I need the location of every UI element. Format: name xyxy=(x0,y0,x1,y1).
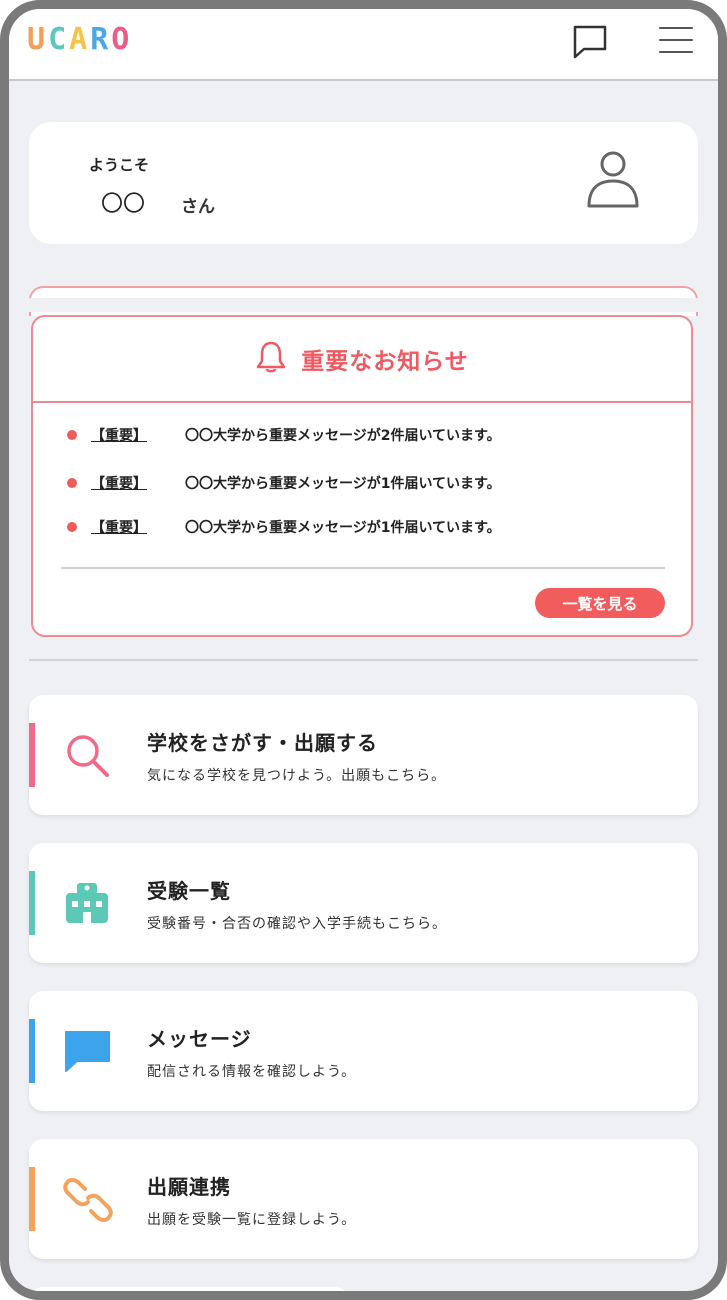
menu-card-title: 受験一覧 xyxy=(147,879,231,903)
notice-tag-link[interactable]: 【重要】 xyxy=(91,473,185,493)
notice-message: 〇〇大学から重要メッセージが2件届いています。 xyxy=(185,428,501,444)
view-all-button[interactable]: 一覧を見る xyxy=(535,588,665,618)
notice-item[interactable]: 【重要】 〇〇大学から重要メッセージが1件届いています。 xyxy=(67,517,501,537)
notice-title: 重要なお知らせ xyxy=(301,349,469,375)
notice-header: 重要なお知らせ xyxy=(33,317,691,403)
menu-card-description: 受験番号・合否の確認や入学手続もこちら。 xyxy=(147,916,447,932)
logo-letter: A xyxy=(69,22,88,57)
notice-message: 〇〇大学から重要メッセージが1件届いています。 xyxy=(185,476,501,492)
menu-card-title: 学校をさがす・出願する xyxy=(147,731,378,755)
spacer xyxy=(19,298,708,312)
user-icon[interactable] xyxy=(585,148,641,214)
bullet-dot xyxy=(67,478,77,488)
logo-letter: O xyxy=(111,22,130,57)
bell-icon xyxy=(255,340,287,378)
menu-card-title: 出願連携 xyxy=(147,1175,231,1199)
accent-bar xyxy=(29,1167,35,1231)
device-frame: U C A R O ようこそ 〇〇 さん 重要なお知らせ 【重要】 〇〇大学から… xyxy=(0,0,727,1300)
notice-message: 〇〇大学から重要メッセージが1件届いています。 xyxy=(185,520,501,536)
search-icon xyxy=(63,731,113,785)
accent-bar xyxy=(29,871,35,935)
menu-card-application-link[interactable]: 出願連携 出願を受験一覧に登録しよう。 xyxy=(29,1139,698,1259)
section-divider xyxy=(29,659,698,661)
bullet-dot xyxy=(67,430,77,440)
notice-tag-link[interactable]: 【重要】 xyxy=(91,517,185,537)
logo-letter: U xyxy=(27,22,46,57)
menu-card-search-schools[interactable]: 学校をさがす・出願する 気になる学校を見つけよう。出願もこちら。 xyxy=(29,695,698,815)
menu-card-description: 出願を受験一覧に登録しよう。 xyxy=(147,1212,357,1228)
greeting-text: ようこそ xyxy=(89,156,150,174)
user-name: 〇〇 xyxy=(101,192,146,217)
menu-card-messages[interactable]: メッセージ 配信される情報を確認しよう。 xyxy=(29,991,698,1111)
notice-item[interactable]: 【重要】 〇〇大学から重要メッセージが2件届いています。 xyxy=(67,425,501,445)
accent-bar xyxy=(29,723,35,787)
bullet-dot xyxy=(67,522,77,532)
menu-card-title: メッセージ xyxy=(147,1027,252,1051)
welcome-card: ようこそ 〇〇 さん xyxy=(29,122,698,244)
menu-card-description: 配信される情報を確認しよう。 xyxy=(147,1064,357,1080)
notice-item[interactable]: 【重要】 〇〇大学から重要メッセージが1件届いています。 xyxy=(67,473,501,493)
hamburger-menu-icon[interactable] xyxy=(657,23,695,61)
chat-bubble-icon[interactable] xyxy=(570,21,610,65)
notice-tag-link[interactable]: 【重要】 xyxy=(91,425,185,445)
honorific-text: さん xyxy=(181,197,215,217)
link-icon xyxy=(63,1175,113,1229)
logo-letter: C xyxy=(48,22,67,57)
school-building-icon xyxy=(63,879,113,933)
message-bubble-icon xyxy=(63,1027,113,1081)
card-edge xyxy=(29,1287,349,1291)
logo-letter: R xyxy=(90,22,109,57)
important-notice-panel: 重要なお知らせ 【重要】 〇〇大学から重要メッセージが2件届いています。 【重要… xyxy=(31,315,693,637)
menu-card-description: 気になる学校を見つけよう。出願もこちら。 xyxy=(147,768,447,784)
accent-bar xyxy=(29,1019,35,1083)
app-header: U C A R O xyxy=(9,9,718,81)
menu-card-exam-list[interactable]: 受験一覧 受験番号・合否の確認や入学手続もこちら。 xyxy=(29,843,698,963)
notice-divider xyxy=(61,567,665,569)
ucaro-logo[interactable]: U C A R O xyxy=(27,25,129,55)
